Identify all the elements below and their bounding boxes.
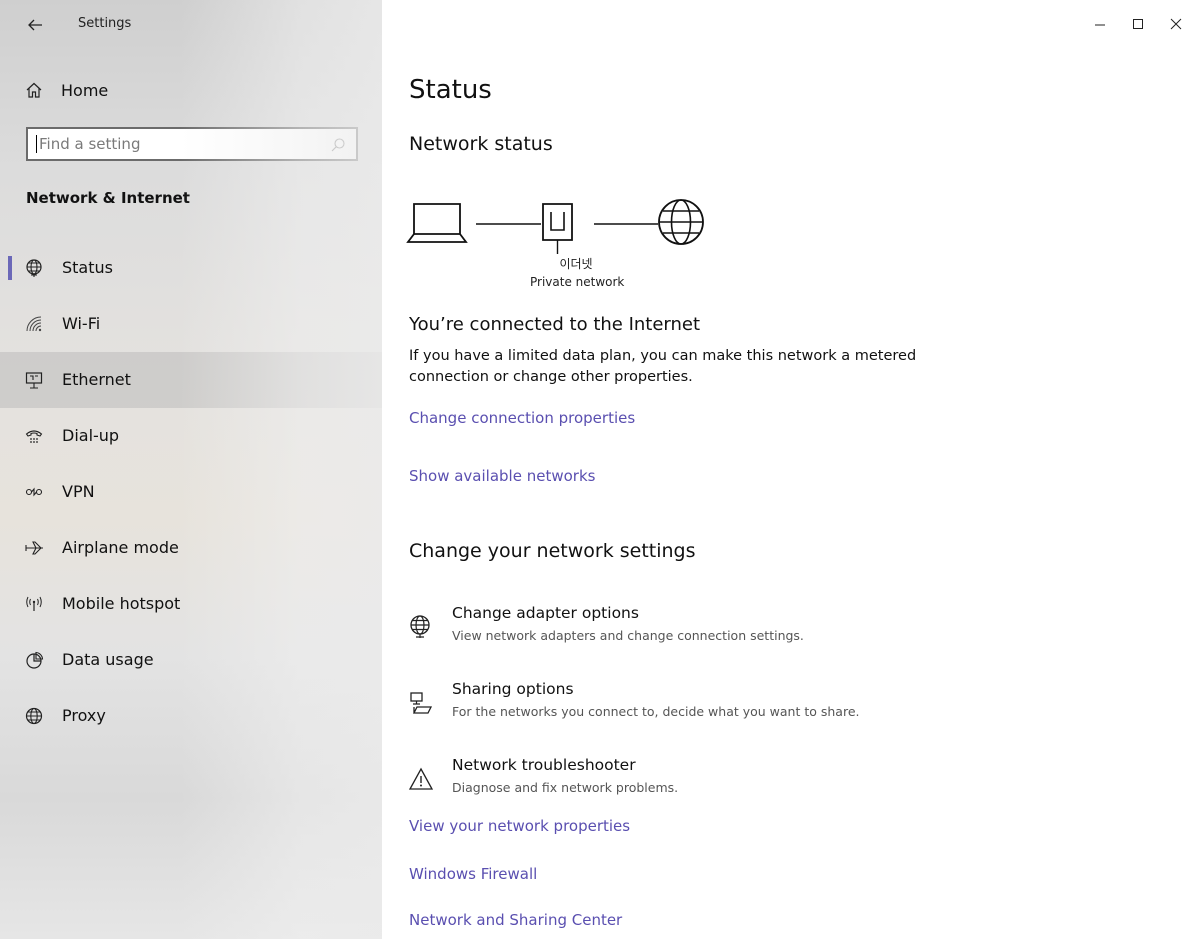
sidebar-item-label: Ethernet xyxy=(62,370,131,389)
sidebar-item-mobile-hotspot[interactable]: Mobile hotspot xyxy=(0,576,382,632)
sidebar-item-data-usage[interactable]: Data usage xyxy=(0,632,382,688)
home-icon xyxy=(25,81,43,99)
sidebar-item-airplane-mode[interactable]: Airplane mode xyxy=(0,520,382,576)
sharing-icon xyxy=(408,690,434,716)
internet-globe-icon xyxy=(658,199,704,245)
data-usage-icon xyxy=(24,650,44,670)
sidebar-item-dialup[interactable]: Dial-up xyxy=(0,408,382,464)
hotspot-icon xyxy=(24,594,44,614)
dialup-icon xyxy=(24,426,44,446)
sidebar-item-label: Proxy xyxy=(62,706,106,725)
window-title: Settings xyxy=(78,16,132,31)
adapter-icon xyxy=(408,614,434,640)
minimize-icon[interactable] xyxy=(1081,0,1119,48)
main-content: Status Network status 이더넷 Private networ… xyxy=(382,0,1195,939)
globe-icon xyxy=(24,706,44,726)
home-nav[interactable]: Home xyxy=(25,78,108,102)
sidebar-item-ethernet[interactable]: Ethernet xyxy=(0,352,382,408)
sidebar-item-label: Wi-Fi xyxy=(62,314,101,333)
network-status-heading: Network status xyxy=(409,133,553,155)
view-network-properties-link[interactable]: View your network properties xyxy=(409,817,630,835)
page-title: Status xyxy=(409,75,492,105)
sharing-options[interactable]: Sharing options For the networks you con… xyxy=(406,680,1006,728)
windows-firewall-link[interactable]: Windows Firewall xyxy=(409,865,537,883)
back-arrow-icon[interactable] xyxy=(22,12,48,38)
search-icon[interactable] xyxy=(330,137,346,153)
sidebar-item-proxy[interactable]: Proxy xyxy=(0,688,382,744)
option-description: View network adapters and change connect… xyxy=(452,628,804,643)
airplane-icon xyxy=(24,538,44,558)
option-title: Change adapter options xyxy=(452,604,639,622)
sidebar-item-status[interactable]: Status xyxy=(0,240,382,296)
network-sharing-center-link[interactable]: Network and Sharing Center xyxy=(409,911,622,929)
vpn-icon xyxy=(24,482,44,502)
window-controls xyxy=(1081,0,1195,48)
option-description: For the networks you connect to, decide … xyxy=(452,704,860,719)
connection-status-description: If you have a limited data plan, you can… xyxy=(409,348,917,385)
sidebar-item-label: Mobile hotspot xyxy=(62,594,181,613)
change-settings-heading: Change your network settings xyxy=(409,540,696,562)
sidebar-item-label: Status xyxy=(62,258,113,277)
change-adapter-options[interactable]: Change adapter options View network adap… xyxy=(406,604,1006,652)
laptop-icon xyxy=(406,203,468,243)
section-title: Network & Internet xyxy=(26,189,190,207)
maximize-icon[interactable] xyxy=(1119,0,1157,48)
globe-network-icon xyxy=(24,258,44,278)
sidebar-item-label: Airplane mode xyxy=(62,538,179,557)
change-connection-properties-link[interactable]: Change connection properties xyxy=(409,409,635,427)
sidebar-item-label: Dial-up xyxy=(62,426,120,445)
selection-indicator xyxy=(8,256,12,280)
ethernet-port-icon xyxy=(542,203,573,254)
close-icon[interactable] xyxy=(1157,0,1195,48)
sidebar-item-vpn[interactable]: VPN xyxy=(0,464,382,520)
network-type: Private network xyxy=(530,275,625,289)
search-input[interactable] xyxy=(37,135,319,153)
show-available-networks-link[interactable]: Show available networks xyxy=(409,467,595,485)
network-diagram xyxy=(406,198,766,258)
sidebar-item-wifi[interactable]: Wi-Fi xyxy=(0,296,382,352)
connection-status-title: You’re connected to the Internet xyxy=(409,314,701,335)
sidebar-item-label: Data usage xyxy=(62,650,154,669)
home-label: Home xyxy=(61,80,109,100)
warning-icon xyxy=(408,766,434,792)
search-box[interactable] xyxy=(26,127,358,161)
sidebar: Settings Home Network & Internet Status … xyxy=(0,0,382,939)
ethernet-icon xyxy=(24,370,44,390)
network-name: 이더넷 xyxy=(559,257,593,271)
option-description: Diagnose and fix network problems. xyxy=(452,780,679,795)
option-title: Network troubleshooter xyxy=(452,756,636,774)
network-troubleshooter[interactable]: Network troubleshooter Diagnose and fix … xyxy=(406,756,1006,804)
wifi-icon xyxy=(24,314,44,334)
option-title: Sharing options xyxy=(452,680,574,698)
sidebar-item-label: VPN xyxy=(62,482,95,501)
